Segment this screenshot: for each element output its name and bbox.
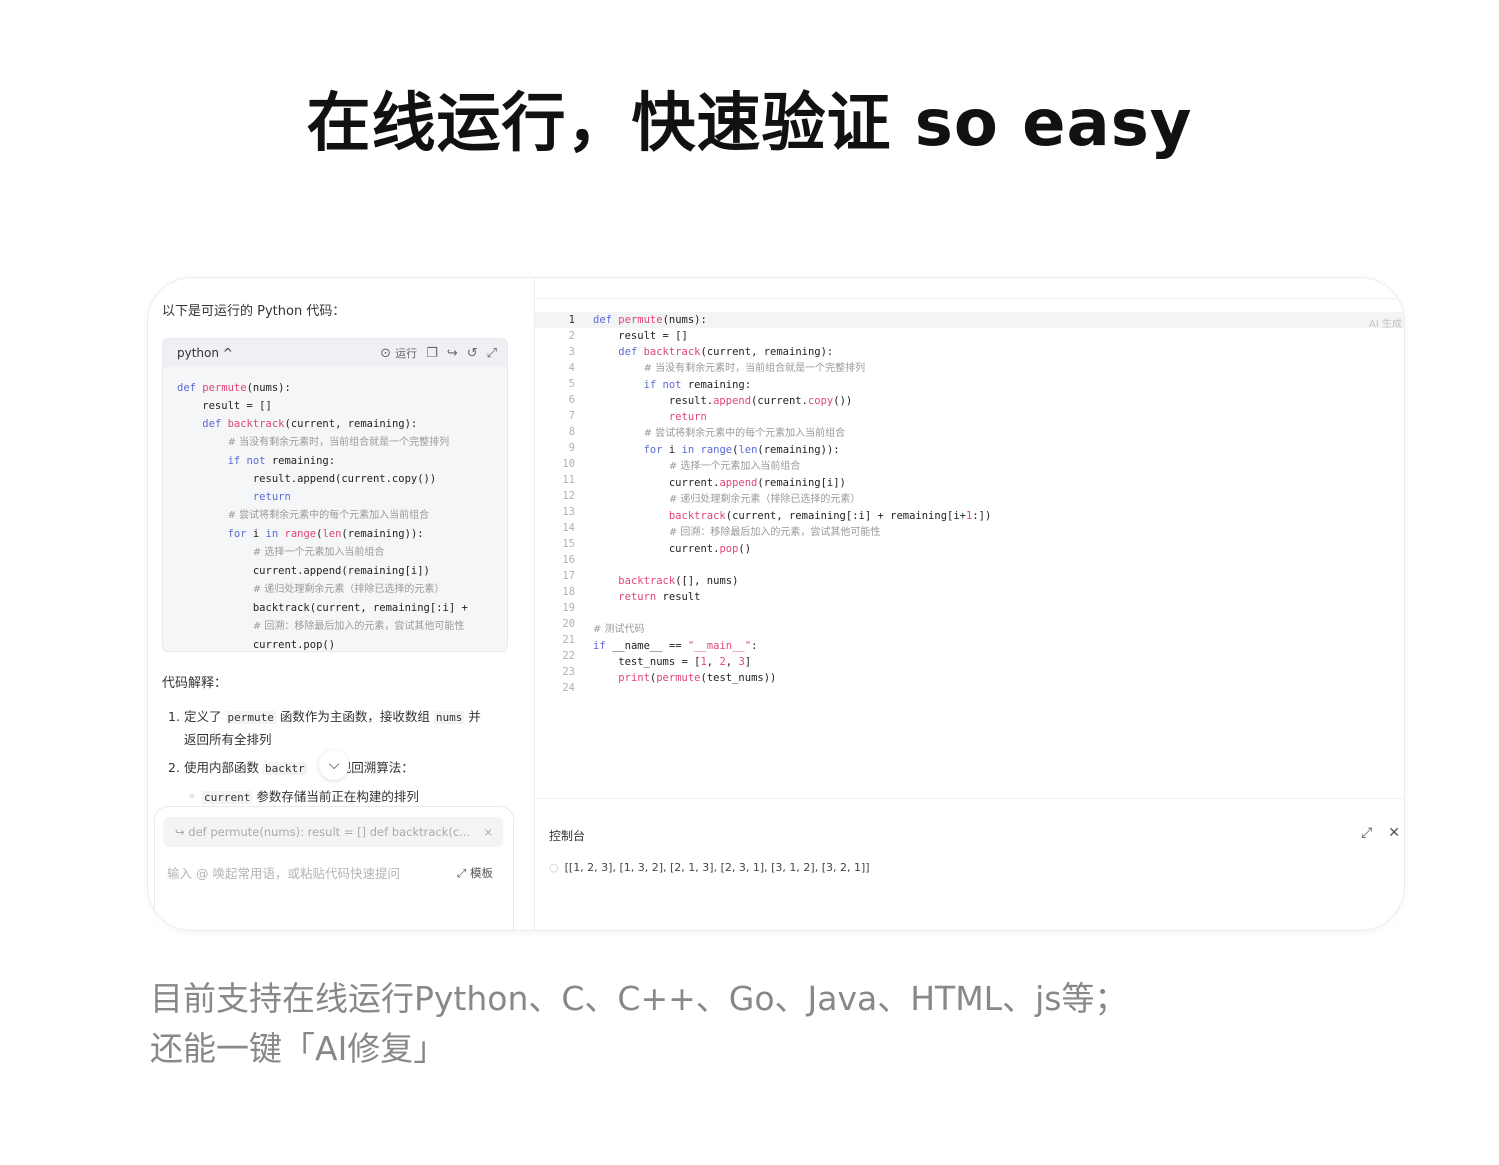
- code-editor[interactable]: AI 生成 1 2 3 4 5 6 7 8 9 10 11 12 13 14 1…: [535, 310, 1404, 700]
- page-headline: 在线运行，快速验证 so easy: [306, 87, 1193, 161]
- run-label: 运行: [395, 347, 418, 360]
- close-icon[interactable]: ✕: [1388, 825, 1400, 841]
- app-screenshot-card: 以下是可运行的 Python 代码： python ^ ⊙ 运行 ❐ ↪ ↺ ⤢…: [148, 278, 1404, 930]
- history-icon[interactable]: ↺: [467, 346, 478, 361]
- editor-toolbar: [535, 278, 1404, 299]
- quoted-code-chip: ↪ def permute(nums): result = [] def bac…: [163, 817, 503, 847]
- chat-code-block: python ^ ⊙ 运行 ❐ ↪ ↺ ⤢ def permute(nums):…: [162, 338, 508, 652]
- chat-intro-text: 以下是可运行的 Python 代码：: [162, 304, 346, 319]
- editor-code-content[interactable]: def permute(nums): result = [] def backt…: [593, 312, 991, 686]
- fullscreen-icon[interactable]: ⤢: [487, 346, 497, 361]
- caption-line-2: 还能一键「AI修复」: [150, 1029, 447, 1068]
- chat-input-placeholder[interactable]: 输入 @ 唤起常用语，或粘贴代码快速提问: [167, 863, 400, 882]
- template-button[interactable]: ⤢ 模板: [457, 865, 493, 881]
- console-toolbar: ⤢ ✕: [1361, 825, 1400, 841]
- feature-caption: 目前支持在线运行Python、C、C++、Go、Java、HTML、js等； 还…: [150, 974, 1350, 1074]
- code-language-toggle[interactable]: python ^: [177, 346, 233, 360]
- list-item: 1. 定义了 permute 函数作为主函数，接收数组 nums 并 返回所有全…: [168, 709, 481, 747]
- chat-input-area[interactable]: ↪ def permute(nums): result = [] def bac…: [154, 806, 514, 930]
- console-title: 控制台: [549, 829, 586, 843]
- scroll-down-button[interactable]: ⌵: [319, 750, 349, 780]
- console-output: ○ [[1, 2, 3], [1, 3, 2], [2, 1, 3], [2, 3…: [549, 861, 870, 874]
- code-block-header: python ^ ⊙ 运行 ❐ ↪ ↺ ⤢: [163, 339, 507, 367]
- close-icon[interactable]: ×: [483, 817, 493, 847]
- copy-icon[interactable]: ❐: [426, 346, 438, 361]
- code-block-toolbar: ⊙ 运行 ❐ ↪ ↺ ⤢: [380, 344, 497, 362]
- console-panel: 控制台 ⤢ ✕ ○ [[1, 2, 3], [1, 3, 2], [2, 1, 3…: [535, 798, 1404, 930]
- explanation-title: 代码解释：: [162, 676, 228, 691]
- reply-icon: ↪: [175, 825, 185, 839]
- chat-code-content: def permute(nums): result = [] def backt…: [177, 382, 468, 651]
- chevron-down-icon: ⌵: [328, 757, 340, 773]
- fullscreen-icon[interactable]: ⤢: [1361, 825, 1372, 841]
- play-circle-icon: ⊙: [380, 346, 391, 361]
- ai-generated-badge: AI 生成: [1369, 319, 1402, 330]
- share-icon[interactable]: ↪: [447, 346, 458, 361]
- caption-line-1: 目前支持在线运行Python、C、C++、Go、Java、HTML、js等；: [150, 979, 1128, 1018]
- line-numbers: 1 2 3 4 5 6 7 8 9 10 11 12 13 14 15 16 1…: [562, 314, 575, 694]
- expand-icon: ⤢: [457, 866, 467, 880]
- run-button[interactable]: ⊙ 运行: [380, 345, 417, 361]
- chat-panel: 以下是可运行的 Python 代码： python ^ ⊙ 运行 ❐ ↪ ↺ ⤢…: [148, 278, 534, 930]
- code-runner-panel: AI 生成 1 2 3 4 5 6 7 8 9 10 11 12 13 14 1…: [535, 278, 1404, 930]
